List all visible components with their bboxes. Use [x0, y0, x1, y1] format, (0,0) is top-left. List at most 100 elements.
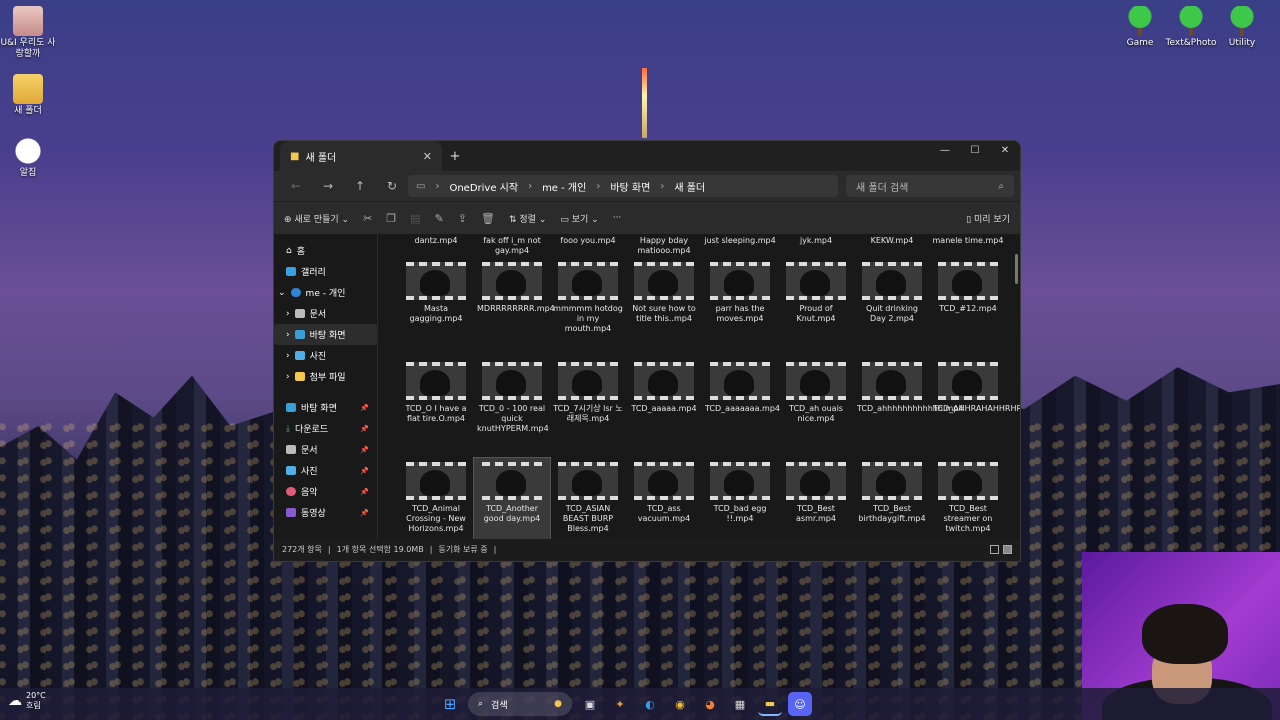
file-item[interactable]: Masta gagging.mp4 — [398, 258, 474, 358]
chrome-icon[interactable]: ◉ — [668, 692, 692, 716]
close-window-button[interactable]: ✕ — [990, 141, 1020, 161]
file-item[interactable]: TCD_Best asmr.mp4 — [778, 458, 854, 539]
tiles-view-button[interactable] — [1003, 544, 1012, 554]
nav-label: 음악 — [301, 488, 318, 498]
close-tab-icon[interactable]: ✕ — [423, 150, 432, 163]
copy-icon[interactable]: ❐ — [386, 212, 396, 225]
quick-access-downloads[interactable]: ⤓ 다운로드 📌 — [274, 418, 377, 439]
explorer-tab[interactable]: ■ 새 폴더 ✕ — [280, 141, 442, 171]
weather-widget[interactable]: ☁ 20°C 흐림 — [8, 691, 46, 711]
new-button[interactable]: ⊕ 새로 만들기 ⌄ — [284, 212, 349, 225]
desktop-icon-utility[interactable]: Utility — [1214, 6, 1270, 49]
file-item[interactable]: TCD_Best birthdaygift.mp4 — [854, 458, 930, 539]
details-view-button[interactable] — [990, 544, 999, 554]
preview-pane-button[interactable]: ▯ 미리 보기 — [966, 212, 1010, 225]
breadcrumb-item[interactable]: 바탕 화면 — [610, 179, 650, 194]
nav-label: 갤러리 — [301, 268, 326, 278]
desktop-icon-alzip[interactable]: 알집 — [0, 136, 56, 179]
store-icon[interactable]: ▦ — [728, 692, 752, 716]
file-item[interactable]: jyk.mp4 — [778, 236, 854, 258]
up-button[interactable]: ↑ — [344, 179, 376, 193]
back-button[interactable]: ← — [280, 179, 312, 193]
search-input[interactable]: 새 폴더 검색 ⌕ — [846, 175, 1014, 197]
share-icon[interactable]: ⇪ — [458, 212, 467, 225]
file-item[interactable]: TCD_Animal Crossing - New Horizons.mp4 — [398, 458, 474, 539]
breadcrumb-item[interactable]: OneDrive 시작 — [449, 179, 518, 194]
forward-button[interactable]: → — [312, 179, 344, 193]
nav-item-documents[interactable]: › 문서 — [274, 303, 377, 324]
file-item[interactable]: dantz.mp4 — [398, 236, 474, 258]
file-item[interactable]: Happy bday matiooo.mp4 — [626, 236, 702, 258]
quick-access-music[interactable]: 음악 📌 — [274, 481, 377, 502]
file-item[interactable]: TCD_AHHRAHAHHRHR.mp4 — [930, 358, 1020, 458]
file-item[interactable]: TCD_ahhhhhhhhhhhh.mp4 — [854, 358, 964, 458]
file-item[interactable]: manele time.mp4 — [930, 236, 1006, 258]
desktop-icon-new-folder[interactable]: 새 폴더 — [0, 74, 56, 117]
breadcrumb-item[interactable]: 새 폴더 — [674, 179, 705, 194]
task-view-icon[interactable]: ▣ — [578, 692, 602, 716]
file-item[interactable]: TCD_7시기상 lsr 노래제목.mp4 — [550, 358, 626, 458]
thumbnail-figure — [572, 370, 602, 396]
file-item[interactable]: TCD_Best streamer on twitch.mp4 — [930, 458, 1006, 539]
nav-item-desktop[interactable]: › 바탕 화면 — [274, 324, 377, 345]
file-item[interactable]: TCD_bad egg !!.mp4 — [702, 458, 778, 539]
start-icon[interactable]: ⊞ — [438, 692, 462, 716]
video-thumbnail — [710, 262, 770, 300]
more-options-button[interactable]: ··· — [613, 213, 622, 223]
refresh-button[interactable]: ↻ — [376, 179, 408, 193]
breadcrumb-item[interactable]: me - 개인 — [542, 179, 586, 194]
file-item[interactable]: TCD_O I have a flat tire.O.mp4 — [398, 358, 474, 458]
rename-icon[interactable]: ✎ — [435, 212, 444, 225]
firefox-icon[interactable]: ◕ — [698, 692, 722, 716]
file-item[interactable]: just sleeping.mp4 — [702, 236, 778, 258]
file-item[interactable]: TCD_0 - 100 real quick knutHYPERM.mp4 — [474, 358, 550, 458]
file-item[interactable]: TCD_ah ouais nice.mp4 — [778, 358, 854, 458]
scrollbar[interactable] — [1015, 254, 1018, 284]
document-icon — [286, 445, 296, 454]
file-item[interactable]: TCD_aaaaa.mp4 — [626, 358, 702, 458]
desktop-icon-profile[interactable]: U&I 우리도 사랑할까 — [0, 6, 56, 60]
quick-access-documents[interactable]: 문서 📌 — [274, 439, 377, 460]
discord-icon[interactable]: ☺ — [788, 692, 812, 716]
cut-icon[interactable]: ✂ — [363, 212, 372, 225]
view-button[interactable]: ▭ 보기 ⌄ — [560, 212, 598, 225]
desktop-icon-game[interactable]: Game — [1112, 6, 1168, 49]
file-item[interactable]: Proud of Knut.mp4 — [778, 258, 854, 358]
file-item[interactable]: Not sure how to title this..mp4 — [626, 258, 702, 358]
breadcrumb[interactable]: ▭ › OneDrive 시작 › me - 개인 › 바탕 화면 › 새 폴더 — [408, 175, 838, 197]
file-item[interactable]: TCD_ASIAN BEAST BURP Bless.mp4 — [550, 458, 626, 539]
file-item[interactable]: TCD_Another good day.mp4 — [473, 457, 551, 539]
file-item[interactable]: MDRRRRRRRR.mp4 — [474, 258, 555, 358]
nav-item-gallery[interactable]: 갤러리 — [274, 261, 377, 282]
paste-icon[interactable]: ▤ — [410, 212, 420, 225]
file-explorer-taskbar-icon[interactable]: ▬ — [758, 692, 782, 716]
copilot-icon[interactable]: ✦ — [608, 692, 632, 716]
file-explorer-window: ■ 새 폴더 ✕ + — ☐ ✕ ← → ↑ ↻ ▭ › OneDrive 시작 ›… — [273, 140, 1021, 562]
nav-item-home[interactable]: ⌂ 홈 — [274, 240, 377, 261]
quick-access-pictures[interactable]: 사진 📌 — [274, 460, 377, 481]
file-item[interactable]: mmmmm hotdog in my mouth.mp4 — [550, 258, 626, 358]
nav-item-pictures[interactable]: › 사진 — [274, 345, 377, 366]
file-item[interactable]: TCD_aaaaaaa.mp4 — [702, 358, 780, 458]
edge-icon[interactable]: ◐ — [638, 692, 662, 716]
quick-access-desktop[interactable]: 바탕 화면 📌 — [274, 397, 377, 418]
file-item[interactable]: TCD_#12.mp4 — [930, 258, 1006, 358]
minimize-button[interactable]: — — [930, 141, 960, 161]
file-item[interactable]: TCD_ass vacuum.mp4 — [626, 458, 702, 539]
nav-item-onedrive[interactable]: ⌄ me - 개인 — [274, 282, 377, 303]
file-item[interactable]: fak off i_m not gay.mp4 — [474, 236, 550, 258]
file-name: TCD_aaaaa.mp4 — [631, 404, 697, 413]
file-item[interactable]: KEKW.mp4 — [854, 236, 930, 258]
file-item[interactable]: Quit drinking Day 2.mp4 — [854, 258, 930, 358]
file-item[interactable]: parr has the moves.mp4 — [702, 258, 778, 358]
quick-access-videos[interactable]: 동영상 📌 — [274, 502, 377, 523]
delete-icon[interactable]: 🗑 — [481, 212, 495, 225]
taskbar-search[interactable]: ⌕ 검색 ● — [468, 692, 572, 716]
sort-button[interactable]: ⇅ 정렬 ⌄ — [509, 212, 546, 225]
file-name: TCD_ahhhhhhhhhhhh.mp4 — [857, 404, 964, 413]
file-item[interactable]: fooo you.mp4 — [550, 236, 626, 258]
desktop-icon-text-photo[interactable]: Text&Photo — [1163, 6, 1219, 49]
new-tab-button[interactable]: + — [442, 149, 468, 164]
nav-item-attachments[interactable]: › 첨부 파일 — [274, 366, 377, 387]
maximize-button[interactable]: ☐ — [960, 141, 990, 161]
